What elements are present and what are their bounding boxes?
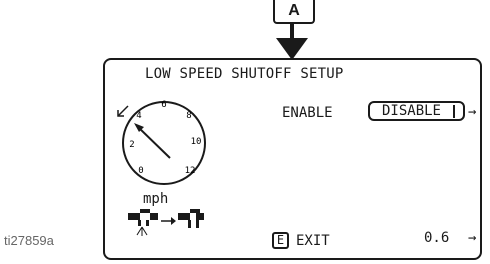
gauge-tick-12: 12	[185, 166, 196, 176]
gauge-tick-8: 8	[186, 111, 191, 121]
gauge-tick-2: 2	[129, 140, 134, 150]
exit-key-icon[interactable]: E	[272, 232, 289, 249]
callout-letter: A	[288, 2, 300, 19]
speed-value[interactable]: 0.6	[424, 230, 449, 246]
enable-label: ENABLE	[282, 105, 333, 121]
enable-value-field[interactable]: DISABLE	[368, 101, 465, 121]
low-speed-transition-icon	[128, 209, 204, 236]
callout-arrowhead	[276, 38, 308, 60]
gauge-tick-0: 0	[138, 166, 143, 176]
screen-title: LOW SPEED SHUTOFF SETUP	[145, 66, 344, 82]
figure-id: ti27859a	[4, 233, 54, 248]
exit-label: EXIT	[296, 233, 330, 249]
gauge-needle	[136, 125, 171, 159]
gauge-tick-4: 4	[136, 111, 141, 121]
low-speed-gauge-icon: 6 4 8 2 10 0 12	[117, 100, 206, 185]
enable-arrow-icon[interactable]: →	[468, 104, 476, 120]
gauge-tick-6: 6	[161, 100, 166, 110]
value-arrow-icon[interactable]: →	[468, 230, 476, 246]
callout-label: A	[273, 0, 315, 24]
gauge-tick-10: 10	[191, 137, 202, 147]
